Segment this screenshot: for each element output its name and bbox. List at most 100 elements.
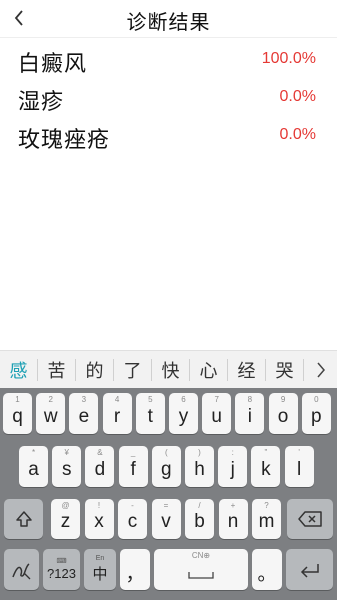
key-u[interactable]: 7u [202,393,232,434]
numbers-symbols-key[interactable]: ⌨ ?123 [43,549,80,590]
key-k[interactable]: " k [251,446,281,487]
key-sub-label: : [231,448,234,457]
expand-candidates-button[interactable] [304,351,337,389]
key-label: u [211,405,222,427]
candidate-word[interactable]: 了 [114,351,151,389]
key-h[interactable]: ) h [185,446,214,487]
key-label: j [230,458,235,480]
language-switch-key[interactable]: En 中 [84,549,116,590]
result-row: 玫瑰痤疮 0.0% [0,118,337,156]
ime-candidate-bar: 感 苦 的 了 快 心 经 哭 [0,350,337,388]
key-d[interactable]: & d [85,446,115,487]
key-sub-label: CN⊕ [191,551,211,560]
key-label: d [94,458,106,480]
key-sub-label: ¥ [64,448,69,457]
key-label: m [258,511,275,532]
backspace-key[interactable] [287,499,333,539]
key-sub-label: & [97,448,103,457]
result-name: 湿疹 [18,90,65,115]
key-l[interactable]: ' l [284,446,314,487]
key-label: 。 [257,564,277,585]
key-label: w [43,405,58,427]
key-sub-label: = [163,501,169,510]
key-y[interactable]: 6y [169,393,198,434]
key-sub-label: 0 [314,395,319,404]
key-label: e [78,405,90,427]
soft-keyboard: ⌨ ?123 En 中 ， CN⊕ 。 1q2w3e4r5t6y7u8i9o0p… [0,388,337,600]
key-label: q [12,405,23,427]
key-q[interactable]: 1q [3,393,32,434]
space-bar-icon [188,571,214,579]
key-sub-label: 2 [48,395,53,404]
handwriting-mode-key[interactable] [4,549,39,590]
candidate-word[interactable]: 经 [228,351,265,389]
key-sub-label: ? [264,501,269,510]
key-label: a [28,458,39,480]
key-i[interactable]: 8i [235,393,265,434]
comma-key[interactable]: ， [120,549,150,590]
key-r[interactable]: 4r [102,393,132,434]
key-v[interactable]: = v [151,499,181,539]
key-sub-label: " [264,448,268,457]
key-c[interactable]: -c [118,499,147,539]
candidate-word[interactable]: 的 [76,351,113,389]
key-label: t [147,405,153,427]
key-sub-label: 3 [81,395,87,404]
key-sub-label: _ [130,448,136,457]
key-s[interactable]: ¥ s [52,446,82,487]
key-w[interactable]: 2w [36,393,66,434]
diagnosis-results-list: 白癜风 100.0% 湿疹 0.0% 玫瑰痤疮 0.0% [0,42,337,156]
key-label: h [194,458,205,480]
key-sub-label: En [95,555,105,562]
key-label: ， [125,564,145,585]
key-sub-label: @ [61,501,70,510]
candidate-word[interactable]: 心 [190,351,227,389]
key-sub-label: ) [198,448,201,457]
enter-key[interactable] [286,549,333,590]
key-n[interactable]: + n [218,499,248,539]
key-f[interactable]: _ f [118,446,148,487]
key-j[interactable]: :j [218,446,248,487]
key-label: p [311,405,322,427]
result-name: 玫瑰痤疮 [18,128,111,153]
period-key[interactable]: 。 [252,549,282,590]
key-label: i [247,405,252,427]
key-t[interactable]: 5t [135,393,165,434]
shift-arrow-icon [15,511,32,527]
candidate-word[interactable]: 苦 [38,351,75,389]
key-b[interactable]: / b [185,499,214,539]
shift-key[interactable] [4,499,43,539]
key-label: l [296,458,302,480]
key-sub-label: 6 [181,395,186,404]
key-label: n [227,511,239,532]
key-x[interactable]: ! x [84,499,114,539]
key-e[interactable]: 3e [69,393,99,434]
key-o[interactable]: 9o [268,393,298,434]
key-sub-label: ' [298,448,300,457]
candidate-word[interactable]: 哭 [266,351,303,389]
candidate-word[interactable]: 感 [0,351,37,389]
key-sub-label: 8 [247,395,253,404]
key-label: y [178,405,189,427]
key-sub-label: ( [164,448,168,457]
key-sub-label: 4 [114,395,120,404]
candidate-word[interactable]: 快 [152,351,189,389]
key-z[interactable]: @ z [51,499,80,539]
key-label: x [94,511,104,532]
key-sub-label: + [230,501,236,510]
chevron-right-icon [316,362,325,377]
key-m[interactable]: ? m [252,499,281,539]
key-sub-label: 7 [214,395,219,404]
key-label: 中 [92,565,108,583]
result-row: 白癜风 100.0% [0,42,337,80]
keyboard-switch-icon: ⌨ [56,558,67,565]
key-label: o [277,405,289,427]
key-sub-label: 9 [280,395,286,404]
key-sub-label: 1 [15,395,20,404]
handwriting-icon [11,562,30,579]
key-label: g [161,458,172,480]
space-key[interactable]: CN⊕ [154,549,248,590]
key-p[interactable]: 0p [301,393,331,434]
key-g[interactable]: (g [151,446,181,487]
key-a[interactable]: * a [19,446,48,487]
